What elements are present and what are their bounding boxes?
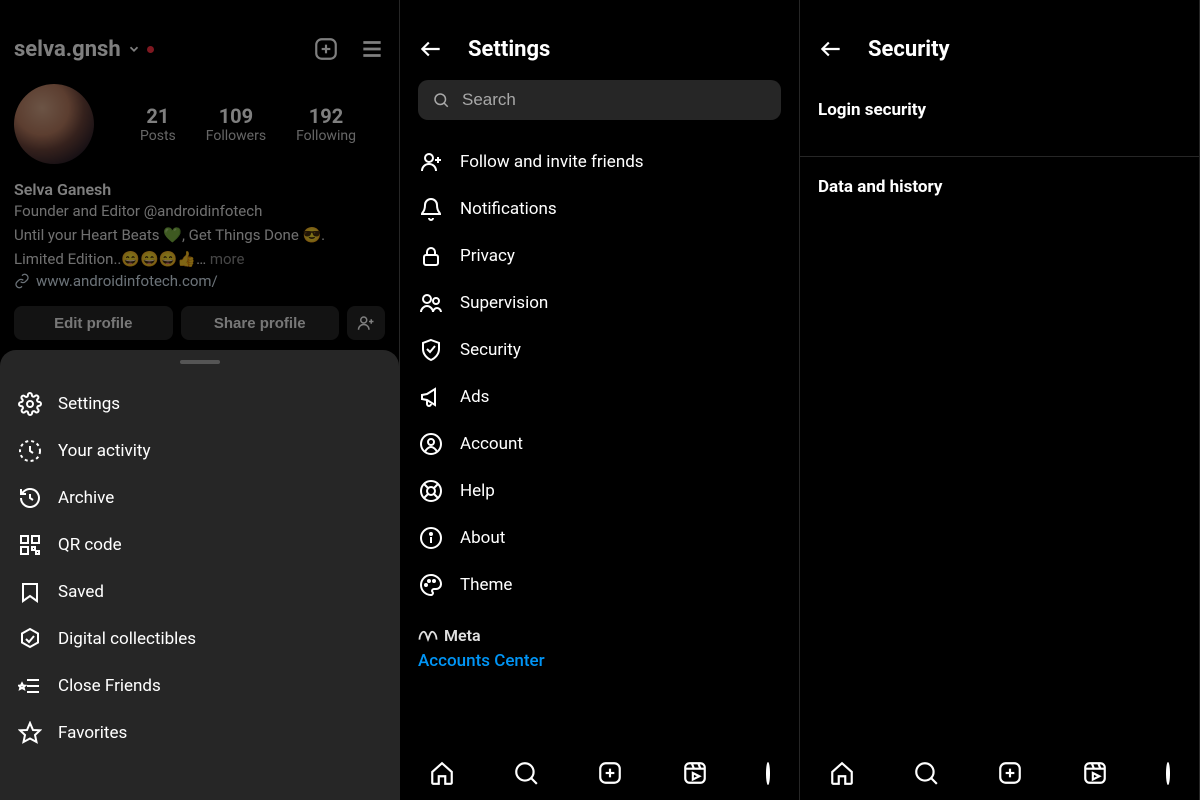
add-user-icon bbox=[418, 149, 444, 175]
qr-code-icon bbox=[18, 533, 42, 557]
archive-icon bbox=[18, 486, 42, 510]
home-icon bbox=[829, 760, 855, 786]
nav-profile[interactable] bbox=[766, 764, 770, 783]
sheet-item-saved[interactable]: Saved bbox=[18, 568, 381, 615]
home-icon bbox=[429, 760, 455, 786]
sheet-item-your-activity[interactable]: Your activity bbox=[18, 427, 381, 474]
hexagon-check-icon bbox=[18, 627, 42, 651]
security-pane: Security Login security Password Login a… bbox=[800, 0, 1200, 800]
list-star-icon bbox=[18, 674, 42, 698]
bottom-nav bbox=[400, 746, 799, 800]
shield-icon bbox=[418, 337, 444, 363]
settings-item-security[interactable]: Security bbox=[418, 326, 793, 373]
settings-item-theme[interactable]: Theme bbox=[418, 561, 793, 608]
sheet-item-settings[interactable]: Settings bbox=[18, 380, 381, 427]
sheet-item-label: Archive bbox=[58, 488, 114, 508]
nav-reels[interactable] bbox=[682, 760, 708, 786]
bottom-nav bbox=[800, 746, 1199, 800]
nav-reels[interactable] bbox=[1082, 760, 1108, 786]
bookmark-icon bbox=[18, 580, 42, 604]
lifebuoy-icon bbox=[418, 478, 444, 504]
settings-icon bbox=[18, 392, 42, 416]
settings-item-label: Notifications bbox=[460, 199, 557, 219]
nav-search[interactable] bbox=[513, 760, 539, 786]
create-icon bbox=[997, 760, 1023, 786]
sheet-item-favorites[interactable]: Favorites bbox=[18, 709, 381, 756]
info-icon bbox=[418, 525, 444, 551]
settings-item-label: Security bbox=[460, 340, 521, 360]
sheet-item-label: Digital collectibles bbox=[58, 629, 196, 649]
create-icon bbox=[597, 760, 623, 786]
sheet-item-close-friends[interactable]: Close Friends bbox=[18, 662, 381, 709]
search-bar[interactable] bbox=[418, 80, 781, 120]
sheet-item-qr-code[interactable]: QR code bbox=[18, 521, 381, 568]
page-title: Security bbox=[868, 37, 950, 62]
palette-icon bbox=[418, 572, 444, 598]
back-button[interactable] bbox=[818, 36, 844, 62]
search-icon bbox=[432, 91, 450, 109]
settings-item-label: Ads bbox=[460, 387, 489, 407]
settings-item-label: About bbox=[460, 528, 505, 548]
avatar-icon bbox=[1166, 762, 1170, 785]
page-title: Settings bbox=[468, 37, 550, 62]
settings-item-ads[interactable]: Ads bbox=[418, 373, 793, 420]
sheet-item-label: Settings bbox=[58, 394, 120, 414]
sheet-item-archive[interactable]: Archive bbox=[18, 474, 381, 521]
nav-create[interactable] bbox=[997, 760, 1023, 786]
sheet-item-label: Saved bbox=[58, 582, 104, 602]
settings-item-account[interactable]: Account bbox=[418, 420, 793, 467]
settings-item-label: Help bbox=[460, 481, 495, 501]
meta-logo: Meta bbox=[418, 626, 793, 645]
search-icon bbox=[513, 760, 539, 786]
megaphone-icon bbox=[418, 384, 444, 410]
avatar-icon bbox=[766, 762, 770, 785]
sheet-item-label: Favorites bbox=[58, 723, 127, 743]
accounts-center-link[interactable]: Accounts Center bbox=[418, 651, 793, 671]
search-input[interactable] bbox=[462, 90, 767, 110]
activity-icon bbox=[18, 439, 42, 463]
profile-pane: selva.gnsh 21 Posts 1 bbox=[0, 0, 400, 800]
settings-item-label: Supervision bbox=[460, 293, 548, 313]
back-button[interactable] bbox=[418, 36, 444, 62]
sheet-item-digital-collectibles[interactable]: Digital collectibles bbox=[18, 615, 381, 662]
section-data-history: Data and history bbox=[800, 157, 1199, 207]
nav-home[interactable] bbox=[429, 760, 455, 786]
meta-icon bbox=[418, 629, 438, 643]
people-icon bbox=[418, 290, 444, 316]
settings-item-supervision[interactable]: Supervision bbox=[418, 279, 793, 326]
nav-home[interactable] bbox=[829, 760, 855, 786]
sheet-item-label: QR code bbox=[58, 535, 122, 555]
search-icon bbox=[913, 760, 939, 786]
section-login-security: Login security bbox=[800, 80, 1199, 130]
settings-item-notifications[interactable]: Notifications bbox=[418, 185, 793, 232]
arrow-left-icon bbox=[818, 36, 844, 62]
bell-icon bbox=[418, 196, 444, 222]
user-circle-icon bbox=[418, 431, 444, 457]
sheet-item-label: Close Friends bbox=[58, 676, 161, 696]
profile-menu-sheet: Settings Your activity Archive QR code S bbox=[0, 350, 399, 800]
settings-item-label: Privacy bbox=[460, 246, 515, 266]
settings-item-label: Follow and invite friends bbox=[460, 152, 644, 172]
settings-item-about[interactable]: About bbox=[418, 514, 793, 561]
reels-icon bbox=[1082, 760, 1108, 786]
lock-icon bbox=[418, 243, 444, 269]
star-icon bbox=[18, 721, 42, 745]
nav-profile[interactable] bbox=[1166, 764, 1170, 783]
nav-search[interactable] bbox=[913, 760, 939, 786]
settings-item-follow-invite[interactable]: Follow and invite friends bbox=[418, 138, 793, 185]
settings-item-label: Theme bbox=[460, 575, 512, 595]
settings-pane: Settings Follow and invite friends Notif… bbox=[400, 0, 800, 800]
settings-item-help[interactable]: Help bbox=[418, 467, 793, 514]
arrow-left-icon bbox=[418, 36, 444, 62]
sheet-handle[interactable] bbox=[180, 360, 220, 364]
settings-item-privacy[interactable]: Privacy bbox=[418, 232, 793, 279]
settings-item-label: Account bbox=[460, 434, 523, 454]
nav-create[interactable] bbox=[597, 760, 623, 786]
reels-icon bbox=[682, 760, 708, 786]
sheet-item-label: Your activity bbox=[58, 441, 151, 461]
